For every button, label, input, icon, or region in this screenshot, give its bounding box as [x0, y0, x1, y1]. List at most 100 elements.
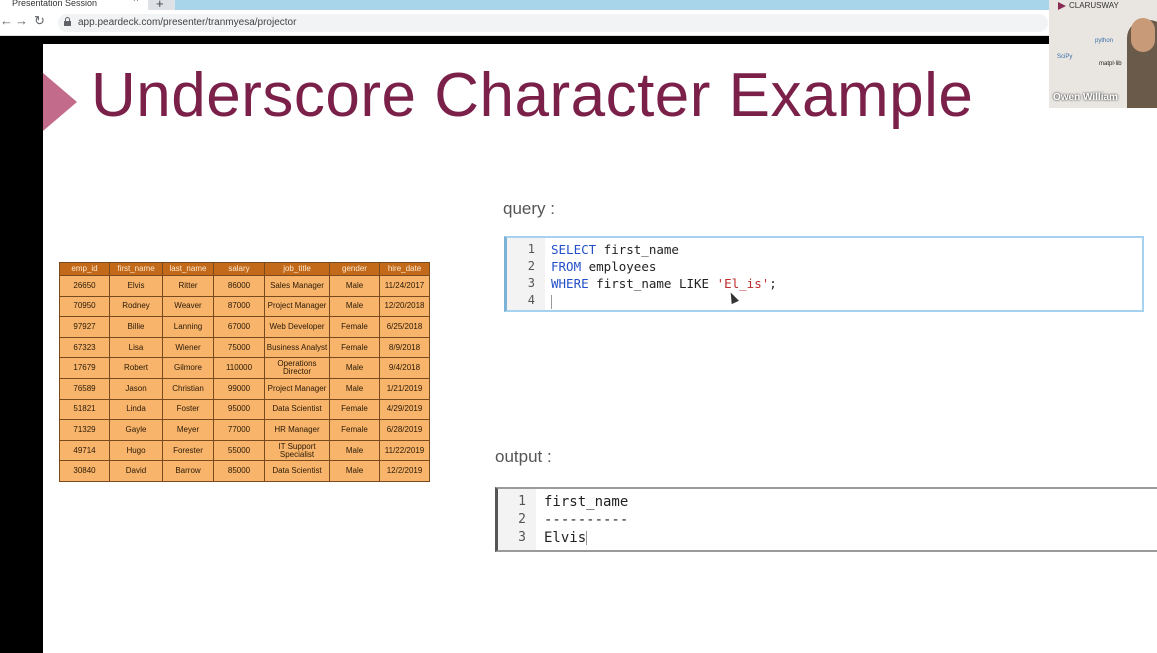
webcam-overlay[interactable]: CLARUSWAY python SciPy matpl⋅lib Owen Wi… [1049, 0, 1157, 108]
table-cell: 6/25/2018 [379, 316, 430, 338]
table-cell: Data Scientist [264, 398, 330, 421]
scipy-logo-text: SciPy [1057, 54, 1073, 60]
output-text: first_name [544, 494, 629, 510]
sql-string: 'El_is' [716, 276, 770, 291]
forward-icon[interactable]: → [15, 13, 28, 28]
text-caret [586, 531, 588, 545]
table-cell: Rodney [109, 295, 163, 318]
employees-table: emp_id first_name last_name salary job_t… [59, 262, 430, 482]
output-code-editor[interactable]: 1 first_name 2 ---------- 3 Elvis [495, 487, 1157, 552]
close-tab-icon[interactable]: × [133, 0, 139, 5]
table-cell: 77000 [213, 419, 265, 441]
browser-tabstrip: Presentation Session × + [0, 0, 1157, 11]
table-cell: Jason [109, 377, 163, 400]
table-cell: 76589 [59, 377, 110, 400]
reload-icon[interactable]: ↻ [34, 13, 45, 29]
table-cell: Operations Director [264, 357, 330, 379]
line-number: 2 [527, 259, 535, 273]
query-code-editor[interactable]: 1 SELECT first_name 2 FROM employees 3 W… [504, 236, 1144, 312]
table-cell: 75000 [213, 336, 265, 359]
table-cell: 95000 [213, 398, 265, 421]
brand-text: CLARUSWAY [1069, 1, 1119, 10]
table-row: 51821 Linda Foster 95000 Data Scientist Femal… [59, 398, 430, 421]
table-cell: IT Support Specialist [264, 439, 330, 462]
table-cell: 49714 [59, 439, 110, 462]
output-text: Elvis [544, 530, 587, 546]
line-number: 3 [527, 276, 535, 290]
table-row: 49714 Hugo Forester 55000 IT Support Special… [59, 439, 430, 462]
table-cell: Barrow [162, 460, 214, 482]
table-cell: Lisa [109, 336, 163, 359]
column-header: job_title [264, 262, 330, 276]
screen: Presentation Session × + ← → ↻ app.peard… [0, 0, 1157, 653]
slide: Underscore Character Example emp_id firs… [43, 44, 1157, 653]
python-logo-text: python [1095, 38, 1114, 44]
table-cell: Male [329, 460, 380, 482]
table-cell: HR Manager [264, 419, 330, 441]
table-cell: 55000 [213, 439, 265, 462]
table-cell: Billie [109, 316, 163, 338]
participant-name: Owen William [1053, 92, 1118, 103]
table-cell: 17679 [59, 357, 110, 379]
table-cell: 30840 [59, 460, 110, 482]
table-cell: Male [329, 439, 380, 462]
table-cell: Gayle [109, 419, 163, 441]
table-row: 17679 Robert Gilmore 110000 Operations Direc… [59, 357, 430, 379]
table-cell: 11/24/2017 [379, 275, 430, 297]
table-cell: Lanning [162, 316, 214, 338]
code-text: first_name LIKE [588, 276, 717, 291]
table-cell: Male [329, 377, 380, 400]
matplotlib-logo-text: matpl⋅lib [1099, 61, 1122, 67]
table-cell: Project Manager [264, 295, 330, 318]
table-cell: 97927 [59, 316, 110, 338]
sql-keyword: SELECT [551, 242, 597, 257]
browser-tab[interactable]: Presentation Session × [0, 0, 148, 10]
extension-bar [175, 0, 1055, 10]
address-bar[interactable]: app.peardeck.com/presenter/tranmyesa/pro… [58, 14, 1048, 32]
table-cell: 26650 [59, 275, 110, 297]
line-number: 4 [527, 293, 535, 307]
clarusway-logo-icon [1058, 2, 1066, 10]
table-cell: 12/20/2018 [379, 295, 430, 318]
line-number: 1 [527, 242, 535, 256]
table-cell: Male [329, 295, 380, 318]
table-cell: Weaver [162, 295, 214, 318]
back-icon[interactable]: ← [0, 13, 13, 28]
code-text: first_name [596, 242, 679, 257]
column-header: emp_id [59, 262, 110, 276]
table-cell: 99000 [213, 377, 265, 400]
table-cell: 6/28/2019 [379, 419, 430, 441]
url-text: app.peardeck.com/presenter/tranmyesa/pro… [78, 17, 297, 28]
table-cell: Female [329, 316, 380, 338]
table-cell: David [109, 460, 163, 482]
table-cell: 9/4/2018 [379, 357, 430, 379]
table-cell: 70950 [59, 295, 110, 318]
table-cell: 11/22/2019 [379, 439, 430, 462]
table-cell: 8/9/2018 [379, 336, 430, 359]
table-row: 26650 Elvis Ritter 86000 Sales Manager Male 11… [59, 275, 430, 297]
table-cell: Gilmore [162, 357, 214, 379]
table-cell: Ritter [162, 275, 214, 297]
code-text: employees [581, 259, 657, 274]
column-header: gender [329, 262, 380, 276]
table-body: 26650 Elvis Ritter 86000 Sales Manager Male 11… [59, 275, 430, 482]
table-row: 76589 Jason Christian 99000 Project Manager M… [59, 377, 430, 400]
table-cell: Web Developer [264, 316, 330, 338]
table-cell: Christian [162, 377, 214, 400]
table-cell: Robert [109, 357, 163, 379]
code-text: ; [769, 276, 777, 291]
text-caret [551, 294, 552, 309]
table-cell: Wiener [162, 336, 214, 359]
column-header: salary [213, 262, 265, 276]
table-cell: Sales Manager [264, 275, 330, 297]
lock-icon [64, 17, 71, 26]
table-cell: Elvis [109, 275, 163, 297]
table-cell: Meyer [162, 419, 214, 441]
line-number: 2 [518, 512, 526, 527]
sql-keyword: FROM [551, 259, 582, 274]
table-cell: 4/29/2019 [379, 398, 430, 421]
table-cell: Hugo [109, 439, 163, 462]
table-cell: Female [329, 336, 380, 359]
table-row: 97927 Billie Lanning 67000 Web Developer Fema… [59, 316, 430, 338]
table-cell: Foster [162, 398, 214, 421]
